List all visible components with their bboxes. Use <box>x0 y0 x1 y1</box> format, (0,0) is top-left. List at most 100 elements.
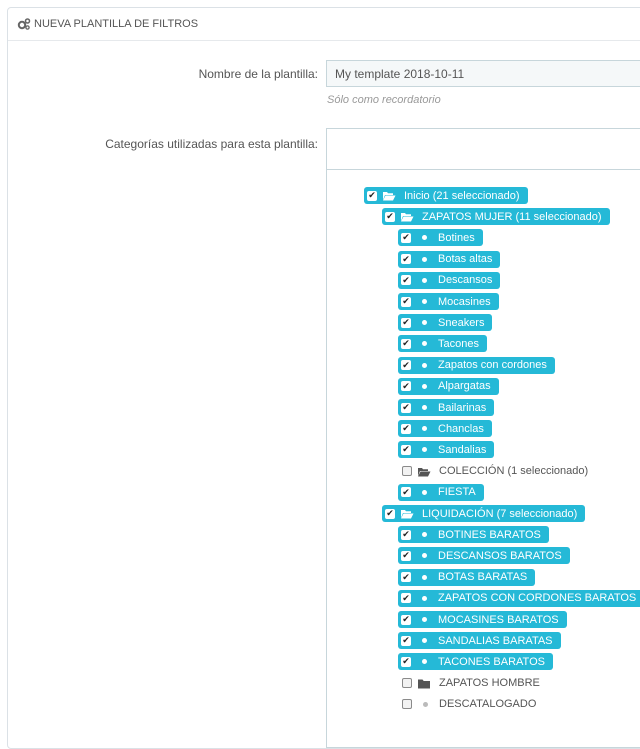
dot-icon <box>422 362 427 368</box>
tree-node-label: Zapatos con cordones <box>438 359 547 372</box>
tree-node[interactable]: ✔ Sandalias <box>398 441 495 459</box>
tree-checkbox[interactable]: ✔ <box>401 550 411 561</box>
tree-node[interactable]: ✔ Sneakers <box>398 314 493 332</box>
tree-checkbox[interactable]: ✔ <box>385 508 395 519</box>
dot-icon <box>422 320 427 326</box>
dot-icon <box>422 638 427 644</box>
tree-checkbox[interactable]: ✔ <box>401 338 411 349</box>
dot-icon <box>422 447 427 453</box>
dot-icon <box>423 701 428 707</box>
tree-node[interactable]: ✔ Alpargatas <box>398 377 499 395</box>
panel-heading: NUEVA PLANTILLA DE FILTROS <box>8 8 640 41</box>
tree-checkbox[interactable]: ✔ <box>367 190 377 201</box>
folder-open-icon <box>418 467 431 477</box>
tree-checkbox[interactable]: ✔ <box>401 656 411 667</box>
tree-checkbox[interactable]: ✔ <box>401 232 411 243</box>
tree-node-label: SANDALIAS BARATAS <box>438 634 553 647</box>
tree-node-label: COLECCIÓN (1 seleccionado) <box>439 465 589 478</box>
tree-checkbox[interactable]: ✔ <box>401 487 411 498</box>
tree-node-label: LIQUIDACIÓN (7 seleccionado) <box>422 507 578 520</box>
tree-checkbox[interactable]: ✔ <box>401 317 411 328</box>
tree-node[interactable]: ✔ ZAPATOS CON CORDONES BARATOS <box>398 589 640 607</box>
tree-node[interactable]: ✔ LIQUIDACIÓN (7 seleccionado) <box>382 505 586 522</box>
tree-node-label: DESCANSOS BARATOS <box>438 549 562 562</box>
tree-node[interactable]: ✔ Mocasines <box>398 293 499 310</box>
tree-node-label: Bailarinas <box>438 401 487 414</box>
tree-node-label: Alpargatas <box>438 380 491 393</box>
tree-node[interactable]: ✔ Botas altas <box>398 250 501 268</box>
folder-open-icon <box>383 192 396 201</box>
folder-open-icon <box>401 510 414 519</box>
template-name-label: Nombre de la plantilla: <box>198 67 318 81</box>
tree-node[interactable]: ✔ Chanclas <box>398 420 492 438</box>
tree-node-label: ZAPATOS CON CORDONES BARATOS <box>438 592 637 605</box>
dot-icon <box>422 235 427 241</box>
tree-node-label: DESCATALOGADO <box>439 698 537 711</box>
tree-checkbox[interactable]: ✔ <box>401 296 411 307</box>
dot-icon <box>422 595 427 601</box>
tree-checkbox[interactable]: ✔ <box>401 593 411 604</box>
tree-node-label: Botas altas <box>438 253 493 266</box>
tree-checkbox[interactable]: ✔ <box>401 614 411 625</box>
tree-checkbox[interactable] <box>402 466 412 477</box>
tree-node[interactable]: ✔ BOTAS BARATAS <box>398 568 536 586</box>
tree-checkbox[interactable]: ✔ <box>401 254 411 265</box>
tree-checkbox[interactable] <box>402 699 412 710</box>
tree-checkbox[interactable]: ✔ <box>401 360 411 371</box>
tree-node-label: Inicio (21 seleccionado) <box>404 189 520 202</box>
tree-checkbox[interactable]: ✔ <box>401 381 411 392</box>
dot-icon <box>422 489 427 495</box>
tree-checkbox[interactable]: ✔ <box>401 529 411 540</box>
dot-icon <box>422 659 427 665</box>
tree-node-label: FIESTA <box>438 486 476 499</box>
dot-icon <box>422 405 427 410</box>
tree-checkbox[interactable]: ✔ <box>401 572 411 583</box>
tree-node[interactable]: ZAPATOS HOMBRE <box>402 675 544 692</box>
tree-divider <box>327 169 640 170</box>
dot-icon <box>422 383 427 389</box>
dot-icon <box>422 426 427 432</box>
tree-node[interactable]: ✔ Botines <box>398 229 483 247</box>
tree-checkbox[interactable]: ✔ <box>401 444 411 455</box>
folder-closed-icon <box>418 679 430 689</box>
tree-node[interactable]: ✔ Tacones <box>398 335 487 353</box>
cogs-icon <box>17 18 31 30</box>
tree-node[interactable]: ✔ Inicio (21 seleccionado) <box>364 187 528 204</box>
tree-node[interactable]: ✔ Bailarinas <box>398 399 495 416</box>
tree-node-label: BOTAS BARATAS <box>438 571 528 584</box>
tree-checkbox[interactable]: ✔ <box>401 635 411 646</box>
tree-checkbox[interactable]: ✔ <box>401 402 411 413</box>
tree-node-label: Sandalias <box>438 443 487 456</box>
tree-node[interactable]: ✔ DESCANSOS BARATOS <box>398 547 570 565</box>
template-name-hint: Sólo como recordatorio <box>327 94 441 106</box>
tree-checkbox[interactable]: ✔ <box>401 275 411 286</box>
tree-node[interactable]: DESCATALOGADO <box>402 696 540 713</box>
tree-checkbox[interactable]: ✔ <box>401 423 411 434</box>
tree-node-label: Chanclas <box>438 422 484 435</box>
tree-checkbox[interactable]: ✔ <box>385 211 395 222</box>
tree-node-label: Sneakers <box>438 316 485 329</box>
tree-node[interactable]: ✔ BOTINES BARATOS <box>398 526 549 544</box>
tree-node[interactable]: ✔ MOCASINES BARATOS <box>398 611 567 628</box>
tree-checkbox[interactable] <box>402 678 412 689</box>
tree-node-label: Mocasines <box>438 295 491 308</box>
tree-node-label: Tacones <box>438 337 479 350</box>
dot-icon <box>422 341 427 347</box>
tree-node-label: Descansos <box>438 274 493 287</box>
template-name-input[interactable] <box>326 60 640 87</box>
dot-icon <box>422 256 427 262</box>
panel-title: NUEVA PLANTILLA DE FILTROS <box>34 18 199 30</box>
tree-node-label: MOCASINES BARATOS <box>438 613 559 626</box>
dot-icon <box>422 574 427 580</box>
tree-node[interactable]: ✔ Zapatos con cordones <box>398 356 555 374</box>
tree-node[interactable]: ✔ Descansos <box>398 271 501 289</box>
tree-node[interactable]: COLECCIÓN (1 seleccionado) <box>402 463 592 480</box>
tree-node[interactable]: ✔ ZAPATOS MUJER (11 seleccionado) <box>382 208 610 226</box>
tree-node[interactable]: ✔ TACONES BARATOS <box>398 653 553 671</box>
categories-label: Categorías utilizadas para esta plantill… <box>105 137 318 151</box>
dot-icon <box>422 299 427 304</box>
tree-node-label: Botines <box>438 231 475 244</box>
tree-node[interactable]: ✔ SANDALIAS BARATAS <box>398 632 561 650</box>
dot-icon <box>422 277 427 283</box>
tree-node[interactable]: ✔ FIESTA <box>398 483 484 501</box>
